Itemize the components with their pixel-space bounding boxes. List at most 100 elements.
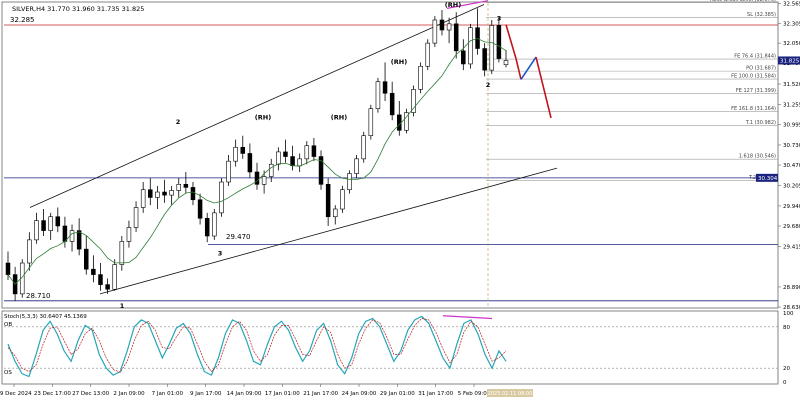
candle-body [311, 145, 317, 157]
current-price-text: 31.825 [780, 58, 800, 64]
candle-body [254, 171, 260, 185]
candle-body [212, 212, 217, 237]
y-tick-label: 31.520 [783, 82, 800, 88]
candle-body [439, 19, 445, 31]
candle-body [325, 184, 331, 218]
x-tick-label: 19 Dec 2024 [0, 391, 32, 397]
candle-body [219, 181, 224, 214]
wave-label: 1 [120, 302, 125, 310]
symbol-header: SILVER,H4 31.770 31.960 31.735 31.825 [12, 5, 144, 13]
candle-body [112, 264, 117, 290]
wave-label: 2 [486, 81, 491, 89]
y-tick-label: 30.730 [783, 143, 800, 149]
candle-body [233, 146, 238, 162]
y-tick-label: 31.255 [783, 102, 800, 108]
candle-body [204, 217, 210, 237]
y-tick-label: 28.890 [783, 285, 800, 291]
fib-level-label: False Break Level (32.576) [710, 0, 776, 3]
candle-body [333, 208, 338, 218]
wave-label: (RH) [391, 58, 407, 66]
y-tick-label: 32.305 [783, 21, 800, 27]
wave-label: 2 [176, 118, 181, 126]
candle-body [197, 199, 203, 219]
y-tick-label: 29.940 [783, 204, 800, 210]
candle-body [496, 25, 502, 59]
candle-body [261, 176, 267, 185]
candle-body [268, 163, 274, 177]
fib-level-label: FE 127 (31.399) [736, 88, 776, 94]
candle-body [41, 220, 46, 231]
candle-body [297, 158, 302, 167]
candle-body [140, 189, 146, 208]
y-tick-label: 29.680 [783, 224, 800, 230]
candle-body [105, 284, 110, 290]
candle-body [48, 216, 53, 231]
candle-body [461, 50, 466, 65]
y-tick-label: 30.470 [783, 163, 800, 169]
stoch-y-tick-label: 100 [783, 311, 794, 317]
x-tick-label: 24 Jan 09:00 [342, 391, 377, 397]
x-tick-label: 9 Jan 17:00 [190, 391, 222, 397]
fib-level-label: FE 76.4 (31.844) [734, 54, 776, 60]
candle-body [226, 160, 231, 183]
x-time-highlight-text: 2025.02.11 08:00 [488, 391, 533, 397]
candle-body [34, 220, 39, 241]
candle-body [347, 173, 352, 191]
candle-body [290, 156, 295, 167]
y-tick-label: 32.050 [783, 41, 800, 47]
x-tick-label: 31 Jan 17:00 [418, 391, 453, 397]
fib-level-label: T.1 (30.982) [745, 120, 776, 126]
candle-body [162, 191, 167, 196]
fib-level-label: SL (32.385) [747, 12, 776, 18]
wave-label: 3 [218, 249, 223, 257]
candle-body [340, 189, 345, 210]
y-tick-label: 29.415 [783, 244, 800, 250]
candle-body [382, 81, 388, 94]
candle-body [276, 151, 281, 165]
candle-body [62, 225, 68, 242]
candle-body [126, 227, 132, 242]
stoch-level-label: OB [4, 322, 12, 328]
y-tick-label: 30.205 [783, 183, 800, 189]
stoch-y-tick-label: 0 [783, 380, 787, 386]
candle-body [169, 190, 174, 196]
candle-body [69, 230, 75, 242]
x-tick-label: 27 Dec 13:00 [72, 391, 109, 397]
candle-body [468, 27, 473, 65]
candle-body [55, 216, 61, 227]
candle-body [148, 189, 153, 198]
y-tick-label: 30.995 [783, 123, 800, 129]
candle-body [425, 42, 430, 67]
candle-body [375, 81, 381, 110]
trading-chart[interactable]: SILVER,H4 31.770 31.960 31.735 31.825 Fa… [0, 0, 800, 401]
fib-level-label: PO (31.687) [746, 66, 776, 72]
stoch-level-label: OS [4, 370, 12, 376]
x-tick-label: 14 Jan 09:00 [227, 391, 262, 397]
candle-body [84, 248, 89, 270]
candle-body [489, 25, 495, 71]
price-label-low: 28.710 [26, 292, 51, 300]
y-tick-label: 32.565 [783, 1, 800, 7]
x-tick-label: 29 Jan 01:00 [380, 391, 415, 397]
wave-label: (RH) [331, 114, 347, 122]
candle-body [411, 89, 416, 113]
stoch-y-tick-label: 20 [783, 366, 790, 372]
wave-label: 3 [497, 15, 502, 23]
candle-body [155, 191, 160, 198]
x-tick-label: 7 Jan 01:00 [152, 391, 184, 397]
candle-body [453, 23, 459, 52]
candle-body [240, 146, 246, 154]
candle-body [368, 108, 374, 137]
candle-body [27, 239, 32, 264]
candle-body [176, 184, 181, 191]
x-tick-label: 23 Dec 17:00 [34, 391, 71, 397]
stoch-y-tick-label: 80 [783, 325, 790, 331]
fib-level-label: FE 100.0 (31.584) [731, 74, 776, 80]
candle-body [503, 60, 509, 66]
wave-label: (RH) [445, 1, 461, 9]
x-tick-label: 17 Jan 01:00 [265, 391, 300, 397]
candle-body [183, 184, 189, 188]
candle-body [283, 151, 288, 157]
candle-body [5, 262, 11, 275]
candle-body [98, 274, 103, 285]
